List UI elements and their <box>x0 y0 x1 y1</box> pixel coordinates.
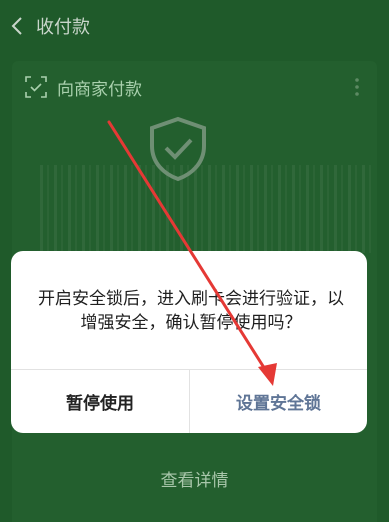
set-security-lock-button[interactable]: 设置安全锁 <box>190 370 367 433</box>
shield-check-icon <box>147 116 209 182</box>
top-bar: 收付款 <box>0 0 389 52</box>
page-title: 收付款 <box>36 17 90 38</box>
card-title: 向商家付款 <box>57 79 142 100</box>
confirm-dialog: 开启安全锁后，进入刷卡会进行验证，以增强安全，确认暂停使用吗？ 暂停使用 设置安… <box>11 251 367 433</box>
more-vertical-icon[interactable] <box>355 77 359 97</box>
payment-screen: 收付款 向商家付款 开启安全锁后，进入刷卡会进行验证，以增强安全，确认暂停使用吗… <box>0 0 389 522</box>
scan-icon <box>25 76 47 98</box>
dialog-message: 开启安全锁后，进入刷卡会进行验证，以增强安全，确认暂停使用吗？ <box>38 289 344 333</box>
card-header: 向商家付款 <box>12 61 377 113</box>
pause-button[interactable]: 暂停使用 <box>11 370 189 433</box>
view-details-link[interactable]: 查看详情 <box>0 466 389 491</box>
chevron-left-icon[interactable] <box>2 0 32 52</box>
